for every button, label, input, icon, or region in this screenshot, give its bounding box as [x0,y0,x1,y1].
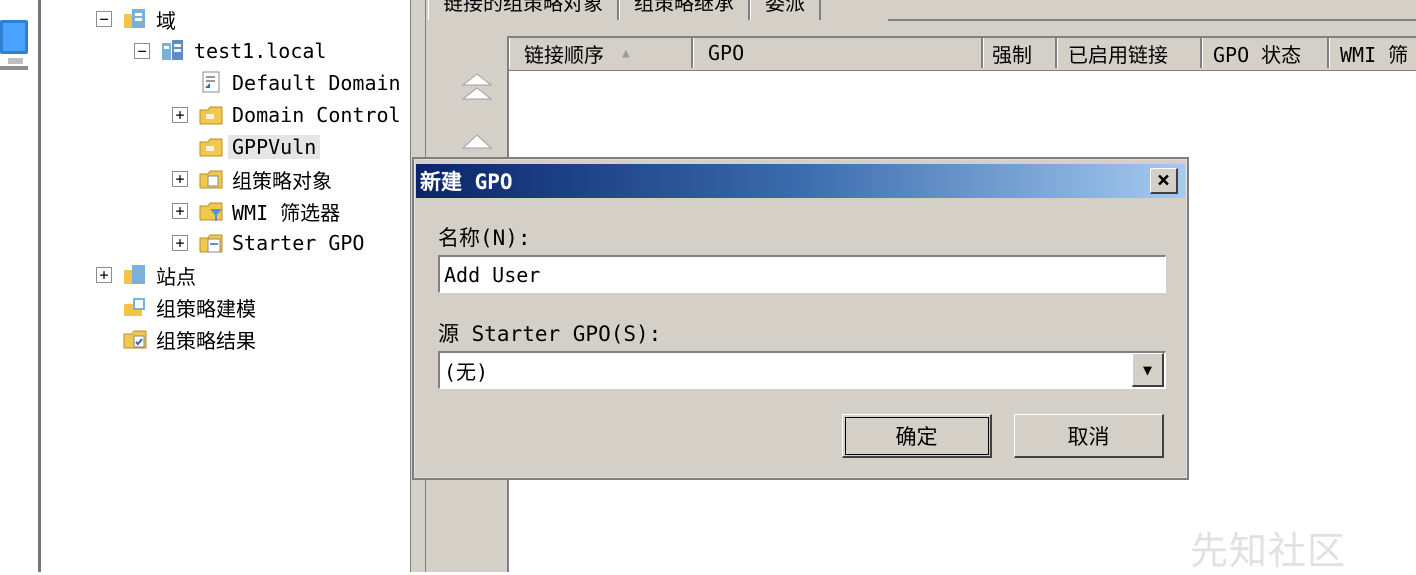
expand-toggle[interactable]: + [172,107,188,123]
expand-toggle[interactable]: + [172,203,188,219]
tab-strip: 链接的组策略对象 组策略继承 委派 [428,0,821,24]
column-label: WMI 筛 [1340,42,1409,67]
tree-row-domain-root[interactable]: − 域 [96,4,176,34]
list-header: 链接顺序 ▲ GPO 强制 已启用链接 GPO 状态 WMI 筛 [509,38,1416,71]
tree-row-domain-controllers[interactable]: + Domain Control [172,100,401,130]
name-label: 名称(N): [438,226,531,250]
expand-toggle[interactable]: + [96,267,112,283]
column-label: 链接顺序 [524,42,604,67]
results-icon [123,330,147,349]
source-starter-gpo-select[interactable]: (无) [438,351,1166,389]
tree-item-label: Default Domain [232,71,401,95]
modeling-icon [124,298,145,316]
column-label: 已启用链接 [1068,42,1168,67]
name-input-value: Add User [444,262,541,287]
tree-item-label: 组策略对象 [232,168,332,193]
tree-row-results[interactable]: 组策略结果 [122,324,256,354]
folder-icon [199,170,223,189]
tree-item-label: WMI 筛选器 [232,200,341,225]
tree-divider [38,0,41,572]
folder-filter-icon [199,202,223,221]
column-gpo[interactable]: GPO [693,38,983,68]
computer-icon [0,20,28,70]
tree-row-sites[interactable]: + 站点 [96,260,196,290]
tab-delegation[interactable]: 委派 [750,0,821,20]
chevron-down-icon: ▼ [1142,360,1153,379]
watermark: 先知社区 [1190,529,1347,573]
site-icon [124,265,145,284]
folder-icon [199,138,223,157]
tree-row-wmi-filters[interactable]: + WMI 筛选器 [172,196,340,226]
column-link-order[interactable]: 链接顺序 ▲ [509,38,693,68]
tree-row-gppvuln[interactable]: GPPVuln [198,132,321,162]
domain-icon [124,9,145,28]
column-gpo-status[interactable]: GPO 状态 [1202,38,1329,68]
column-label: GPO [708,41,745,65]
column-label: GPO 状态 [1213,42,1302,67]
move-to-top-icon[interactable] [460,70,494,104]
close-button[interactable]: × [1150,168,1178,194]
tree-row-domain[interactable]: − test1.local [134,36,326,66]
column-wmi-filter[interactable]: WMI 筛 [1329,38,1416,68]
move-up-icon[interactable] [460,132,494,152]
folder-icon [199,106,223,125]
dialog-title-bar[interactable]: 新建 GPO [416,164,1185,198]
tab-baseline [888,19,1416,21]
domain-label: test1.local [194,39,327,63]
tree-row-default-domain[interactable]: Default Domain [172,68,401,98]
name-input[interactable]: Add User [438,255,1166,293]
source-starter-gpo-label: 源 Starter GPO(S): [438,322,662,346]
tree-row-modeling[interactable]: 组策略建模 [122,292,256,322]
expand-toggle[interactable]: + [172,235,188,251]
column-label: 强制 [992,42,1032,67]
tab-linked-gpos[interactable]: 链接的组策略对象 [428,0,619,20]
modeling-label: 组策略建模 [156,296,256,321]
sort-ascending-icon: ▲ [622,45,630,61]
tree-item-label: Domain Control [232,103,401,127]
cancel-button-label: 取消 [1067,424,1110,449]
sites-label: 站点 [156,264,196,289]
tab-gpo-inheritance[interactable]: 组策略继承 [619,0,750,20]
select-value: (无) [444,360,489,384]
close-icon: × [1156,168,1171,193]
collapse-toggle[interactable]: − [134,43,150,59]
policy-link-icon [202,71,220,93]
tree-item-label: Starter GPO [232,231,365,255]
starter-gpo-icon [199,234,223,253]
dropdown-button[interactable]: ▼ [1132,353,1164,387]
domain-root-label: 域 [156,8,176,33]
tree-row-gpo-objects[interactable]: + 组策略对象 [172,164,332,194]
cancel-button[interactable]: 取消 [1014,414,1164,458]
ok-button-label: 确定 [895,424,938,449]
domain-network-icon [162,40,183,60]
results-label: 组策略结果 [156,328,256,353]
expand-toggle[interactable]: + [172,171,188,187]
column-enforced[interactable]: 强制 [983,38,1057,68]
ok-button[interactable]: 确定 [842,414,992,458]
dialog-title: 新建 GPO [420,170,513,194]
collapse-toggle[interactable]: − [96,11,112,27]
column-link-enabled[interactable]: 已启用链接 [1057,38,1202,68]
tree-row-starter-gpo[interactable]: + Starter GPO [172,228,364,258]
tree-item-label: GPPVuln [228,135,321,159]
